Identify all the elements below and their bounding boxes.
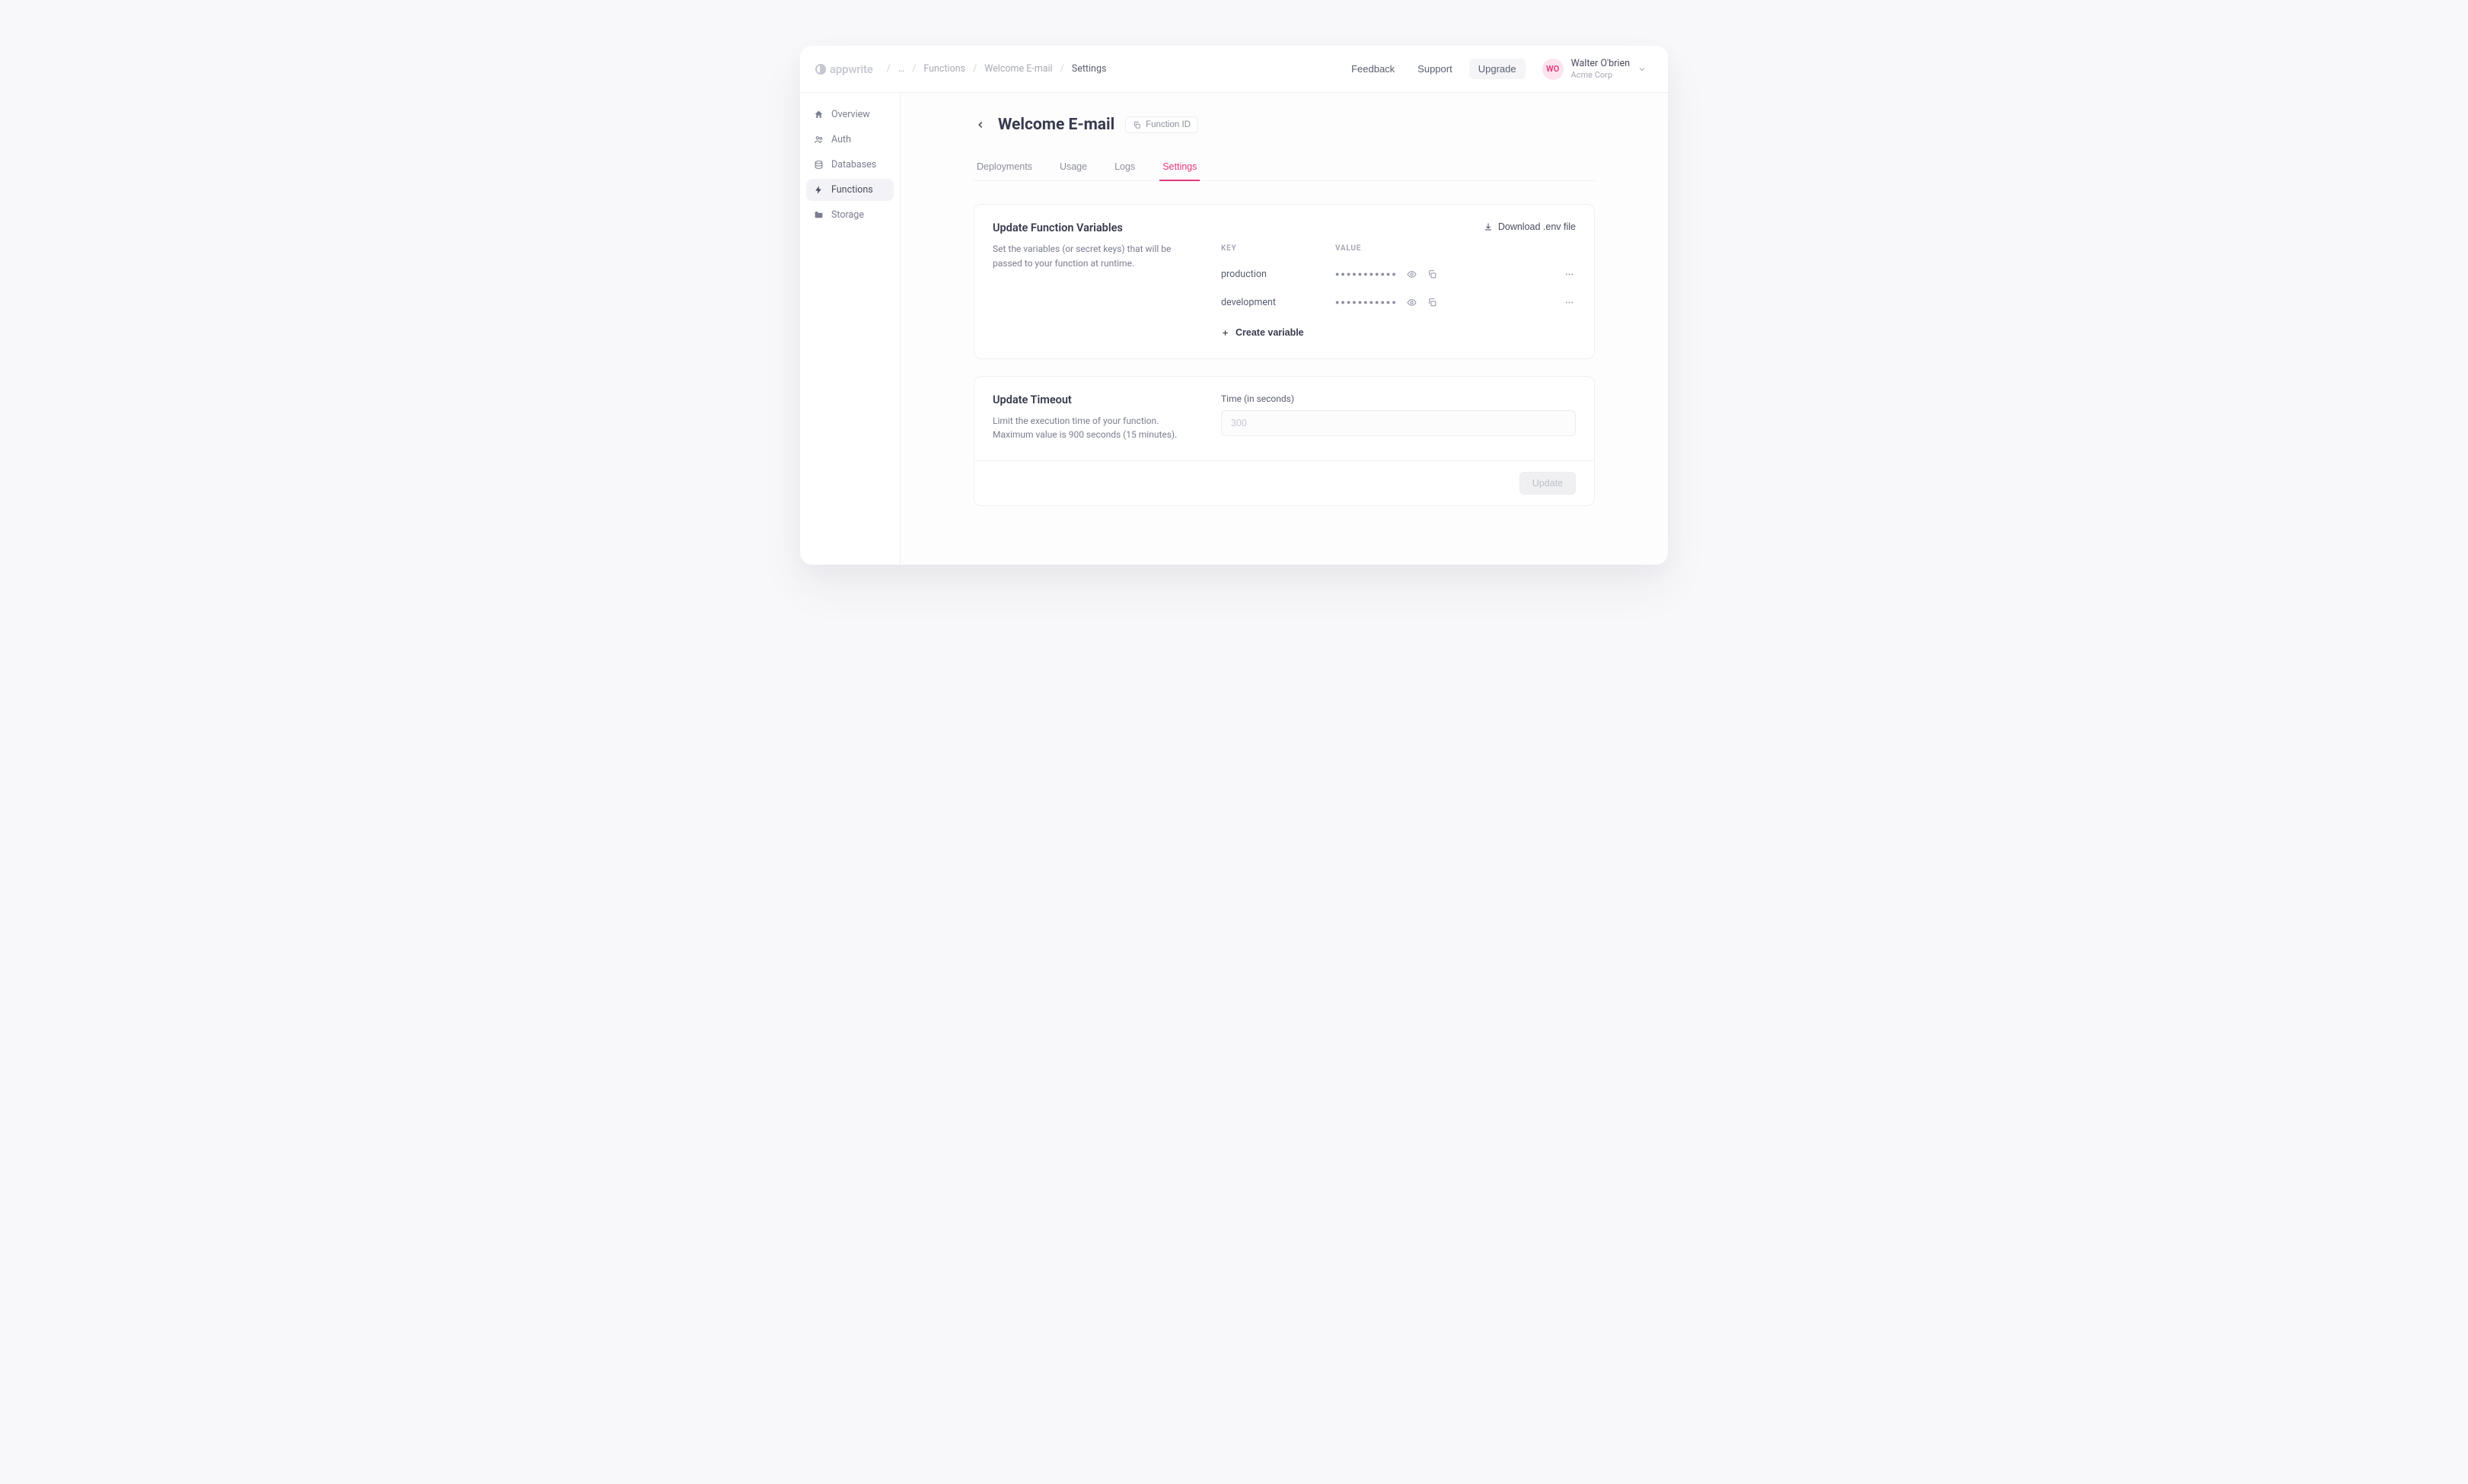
create-variable-button[interactable]: Create variable [1221, 317, 1304, 339]
sidebar: Overview Auth Databases Functions Storag… [800, 93, 901, 565]
more-horizontal-icon [1564, 298, 1574, 307]
sidebar-item-auth[interactable]: Auth [806, 129, 894, 151]
download-env-label: Download .env file [1498, 221, 1576, 232]
eye-icon [1407, 269, 1417, 279]
folder-icon [814, 210, 824, 220]
timeout-field-label: Time (in seconds) [1221, 393, 1576, 404]
sidebar-item-label: Overview [831, 109, 870, 120]
chevron-left-icon [975, 119, 986, 130]
page-title: Welcome E-mail [998, 116, 1114, 134]
copy-icon [1133, 121, 1141, 129]
timeout-card-desc: Limit the execution time of your functio… [993, 414, 1191, 442]
function-id-label: Function ID [1146, 120, 1191, 129]
breadcrumb: / … / Functions / Welcome E-mail / Setti… [887, 63, 1107, 75]
tab-deployments[interactable]: Deployments [974, 154, 1035, 181]
variables-table: KEY VALUE production ●●●●●●●●●●● [1221, 244, 1576, 340]
tab-usage[interactable]: Usage [1057, 154, 1090, 181]
sidebar-item-label: Auth [831, 134, 851, 145]
org-name: Acme Corp [1571, 70, 1630, 81]
breadcrumb-sep: / [1060, 63, 1064, 75]
bolt-icon [814, 185, 824, 195]
variable-row: production ●●●●●●●●●●● [1221, 260, 1576, 288]
breadcrumb-functions[interactable]: Functions [923, 63, 965, 75]
brand-name: appwrite [830, 62, 873, 76]
function-id-chip[interactable]: Function ID [1125, 116, 1198, 133]
copy-icon [1427, 298, 1437, 307]
variables-table-head: KEY VALUE [1221, 244, 1576, 260]
update-button[interactable]: Update [1519, 472, 1576, 495]
create-variable-label: Create variable [1236, 327, 1304, 338]
variables-card: Update Function Variables Set the variab… [974, 204, 1595, 359]
sidebar-item-label: Storage [831, 209, 864, 221]
variables-card-title: Update Function Variables [993, 221, 1191, 234]
top-header: appwrite / … / Functions / Welcome E-mai… [800, 46, 1668, 93]
col-head-key: KEY [1221, 244, 1335, 253]
header-actions: Feedback Support Upgrade WO Walter O'bri… [1345, 55, 1653, 83]
variable-value-masked: ●●●●●●●●●●● [1335, 298, 1398, 307]
eye-icon [1407, 298, 1417, 307]
org-switcher[interactable]: WO Walter O'brien Acme Corp [1536, 55, 1653, 83]
timeout-card: Update Timeout Limit the execution time … [974, 376, 1595, 506]
page-title-row: Welcome E-mail Function ID [974, 116, 1595, 134]
main-content: Welcome E-mail Function ID Deployments U… [901, 93, 1668, 565]
app-shell: appwrite / … / Functions / Welcome E-mai… [800, 46, 1668, 565]
row-menu-button[interactable] [1563, 296, 1576, 309]
user-name: Walter O'brien [1571, 58, 1630, 70]
sidebar-item-label: Databases [831, 159, 876, 170]
timeout-input[interactable] [1221, 410, 1576, 436]
variable-row: development ●●●●●●●●●●● [1221, 288, 1576, 317]
reveal-value-button[interactable] [1405, 296, 1418, 309]
support-button[interactable]: Support [1411, 59, 1459, 79]
sidebar-item-databases[interactable]: Databases [806, 154, 894, 176]
org-meta: Walter O'brien Acme Corp [1571, 58, 1630, 80]
more-horizontal-icon [1564, 269, 1574, 279]
variables-card-desc: Set the variables (or secret keys) that … [993, 242, 1191, 270]
variable-key: development [1221, 297, 1335, 308]
breadcrumb-current: Settings [1072, 63, 1107, 75]
tab-logs[interactable]: Logs [1111, 154, 1138, 181]
download-env-button[interactable]: Download .env file [1221, 221, 1576, 232]
upgrade-button[interactable]: Upgrade [1469, 59, 1526, 79]
sidebar-item-functions[interactable]: Functions [806, 179, 894, 201]
breadcrumb-sep: / [912, 63, 916, 75]
copy-value-button[interactable] [1426, 296, 1439, 309]
row-menu-button[interactable] [1563, 268, 1576, 281]
brand-logo[interactable]: appwrite [815, 62, 873, 76]
breadcrumb-ellipsis[interactable]: … [898, 63, 904, 75]
back-button[interactable] [974, 118, 987, 132]
timeout-card-title: Update Timeout [993, 393, 1191, 406]
database-icon [814, 160, 824, 170]
sidebar-item-storage[interactable]: Storage [806, 204, 894, 226]
home-icon [814, 110, 824, 119]
tab-settings[interactable]: Settings [1159, 154, 1200, 181]
col-head-value: VALUE [1335, 244, 1558, 253]
avatar: WO [1542, 59, 1564, 80]
copy-value-button[interactable] [1426, 268, 1439, 281]
timeout-card-footer: Update [974, 460, 1594, 505]
plus-icon [1221, 329, 1229, 337]
breadcrumb-sep: / [973, 63, 977, 75]
chevron-down-icon [1637, 65, 1647, 74]
variable-key: production [1221, 269, 1335, 280]
breadcrumb-sep: / [887, 63, 891, 75]
tabs: Deployments Usage Logs Settings [974, 154, 1595, 181]
reveal-value-button[interactable] [1405, 268, 1418, 281]
copy-icon [1427, 269, 1437, 279]
breadcrumb-welcome-email[interactable]: Welcome E-mail [984, 63, 1052, 75]
brand-mark-icon [815, 64, 826, 75]
feedback-button[interactable]: Feedback [1345, 59, 1401, 79]
download-icon [1484, 222, 1493, 231]
body-layout: Overview Auth Databases Functions Storag… [800, 93, 1668, 565]
sidebar-item-label: Functions [831, 184, 873, 196]
users-icon [814, 135, 824, 145]
sidebar-item-overview[interactable]: Overview [806, 103, 894, 126]
variable-value-masked: ●●●●●●●●●●● [1335, 270, 1398, 279]
